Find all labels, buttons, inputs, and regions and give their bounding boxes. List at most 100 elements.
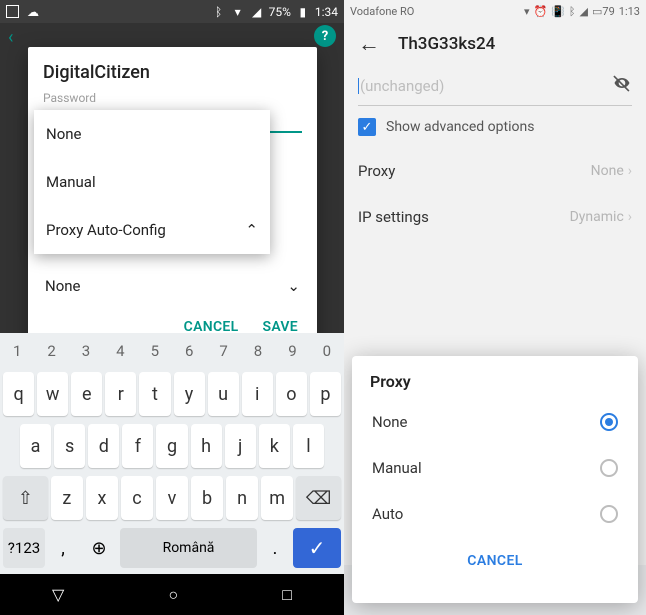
back-arrow-icon[interactable]: ←: [358, 31, 380, 57]
proxy-dropdown-menu: None Manual Proxy Auto-Config ⌃: [34, 110, 270, 254]
chevron-right-icon: ›: [628, 209, 632, 225]
key-k[interactable]: k: [259, 424, 290, 468]
key-u[interactable]: u: [208, 372, 239, 416]
nav-home-icon[interactable]: ○: [168, 585, 178, 605]
enter-key[interactable]: ✓: [293, 528, 341, 568]
advanced-options-row[interactable]: ✓ Show advanced options: [344, 106, 646, 148]
proxy-bottom-sheet: Proxy None Manual Auto CANCEL: [352, 356, 638, 603]
key-t[interactable]: t: [139, 372, 170, 416]
key-j[interactable]: j: [225, 424, 256, 468]
key-1[interactable]: 1: [0, 333, 34, 368]
chevron-down-icon: ⌄: [287, 277, 300, 295]
second-select-value: None: [45, 277, 81, 295]
bluetooth-icon: ᛒ: [212, 5, 226, 19]
checkbox-checked-icon[interactable]: ✓: [358, 118, 376, 136]
option-label: None: [372, 413, 408, 431]
key-4[interactable]: 4: [103, 333, 137, 368]
key-f[interactable]: f: [122, 424, 153, 468]
key-a[interactable]: a: [20, 424, 51, 468]
proxy-label: Proxy: [358, 162, 395, 180]
key-v[interactable]: v: [156, 476, 188, 520]
language-switch-key[interactable]: ⊕: [81, 528, 117, 568]
key-d[interactable]: d: [88, 424, 119, 468]
symbols-key[interactable]: ?123: [3, 528, 45, 568]
key-e[interactable]: e: [71, 372, 102, 416]
dropdown-option-none[interactable]: None: [34, 110, 270, 158]
key-5[interactable]: 5: [138, 333, 172, 368]
vibrate-icon: 📳: [551, 5, 565, 18]
sheet-cancel-button[interactable]: CANCEL: [352, 537, 638, 585]
proxy-option-none[interactable]: None: [352, 399, 638, 445]
signal-icon: ◢: [250, 5, 264, 19]
help-button[interactable]: ?: [314, 25, 336, 47]
second-select[interactable]: None ⌄: [43, 263, 302, 309]
comma-key[interactable]: ,: [48, 528, 78, 568]
key-y[interactable]: y: [174, 372, 205, 416]
key-z[interactable]: z: [51, 476, 83, 520]
phone-right-emui: Vodafone RO ▾ ⏰ 📳 ᛒ ◢ ▭79 1:13 ← Th3G33k…: [344, 0, 646, 615]
period-key[interactable]: .: [260, 528, 290, 568]
key-n[interactable]: n: [226, 476, 258, 520]
clock-right: 1:13: [619, 5, 640, 18]
proxy-setting-row[interactable]: Proxy None›: [344, 148, 646, 194]
ip-label: IP settings: [358, 208, 429, 226]
key-g[interactable]: g: [156, 424, 187, 468]
dropdown-option-autoconfig[interactable]: Proxy Auto-Config ⌃: [34, 206, 270, 254]
key-r[interactable]: r: [105, 372, 136, 416]
screenshot-icon: [6, 5, 19, 18]
key-s[interactable]: s: [54, 424, 85, 468]
backspace-key[interactable]: ⌫: [296, 476, 341, 520]
key-b[interactable]: b: [191, 476, 223, 520]
phone-left-android: ☁ ᛒ ▾ ◢ 75% ▮ 1:34 ‹ ? DigitalCitizen Pa…: [0, 0, 344, 615]
statusbar-right: Vodafone RO ▾ ⏰ 📳 ᛒ ◢ ▭79 1:13: [344, 0, 646, 22]
signal-icon: ◢: [580, 5, 588, 18]
key-c[interactable]: c: [121, 476, 153, 520]
ip-settings-row[interactable]: IP settings Dynamic›: [344, 194, 646, 240]
proxy-option-manual[interactable]: Manual: [352, 445, 638, 491]
key-i[interactable]: i: [242, 372, 273, 416]
statusbar-left: ☁ ᛒ ▾ ◢ 75% ▮ 1:34: [0, 0, 344, 23]
dropdown-option-manual[interactable]: Manual: [34, 158, 270, 206]
shift-key[interactable]: ⇧: [3, 476, 48, 520]
password-placeholder: (unchanged): [360, 77, 612, 95]
key-x[interactable]: x: [86, 476, 118, 520]
key-2[interactable]: 2: [34, 333, 68, 368]
cloud-icon: ☁: [26, 5, 40, 19]
key-h[interactable]: h: [191, 424, 222, 468]
key-8[interactable]: 8: [241, 333, 275, 368]
key-m[interactable]: m: [261, 476, 293, 520]
back-arrow-green[interactable]: ‹: [8, 27, 13, 48]
radio-selected-icon: [600, 413, 618, 431]
key-l[interactable]: l: [293, 424, 324, 468]
key-p[interactable]: p: [310, 372, 341, 416]
sheet-title: Proxy: [352, 356, 638, 399]
network-name: DigitalCitizen: [43, 62, 302, 83]
wifi-icon: ▾: [231, 5, 245, 19]
key-0[interactable]: 0: [310, 333, 344, 368]
password-input[interactable]: (unchanged): [358, 66, 632, 106]
advanced-options-label: Show advanced options: [386, 119, 534, 135]
spacebar[interactable]: Română: [120, 528, 257, 568]
nav-recents-icon[interactable]: □: [282, 585, 292, 605]
key-3[interactable]: 3: [69, 333, 103, 368]
key-9[interactable]: 9: [275, 333, 309, 368]
number-row: 1 2 3 4 5 6 7 8 9 0: [0, 333, 344, 368]
option-label: Manual: [372, 459, 422, 477]
key-6[interactable]: 6: [172, 333, 206, 368]
radio-icon: [600, 459, 618, 477]
proxy-option-auto[interactable]: Auto: [352, 491, 638, 537]
key-o[interactable]: o: [276, 372, 307, 416]
radio-icon: [600, 505, 618, 523]
key-7[interactable]: 7: [206, 333, 240, 368]
wifi-icon: ▾: [524, 5, 530, 18]
chevron-right-icon: ›: [628, 163, 632, 179]
chevron-up-icon: ⌃: [245, 221, 258, 239]
visibility-off-icon[interactable]: [612, 73, 632, 98]
key-q[interactable]: q: [3, 372, 34, 416]
android-navbar: ▽ ○ □: [0, 574, 344, 615]
key-w[interactable]: w: [37, 372, 68, 416]
battery-icon: ▮: [296, 5, 310, 19]
nav-back-icon[interactable]: ▽: [52, 585, 64, 604]
carrier-label: Vodafone RO: [350, 5, 414, 18]
proxy-value: None: [591, 163, 624, 179]
